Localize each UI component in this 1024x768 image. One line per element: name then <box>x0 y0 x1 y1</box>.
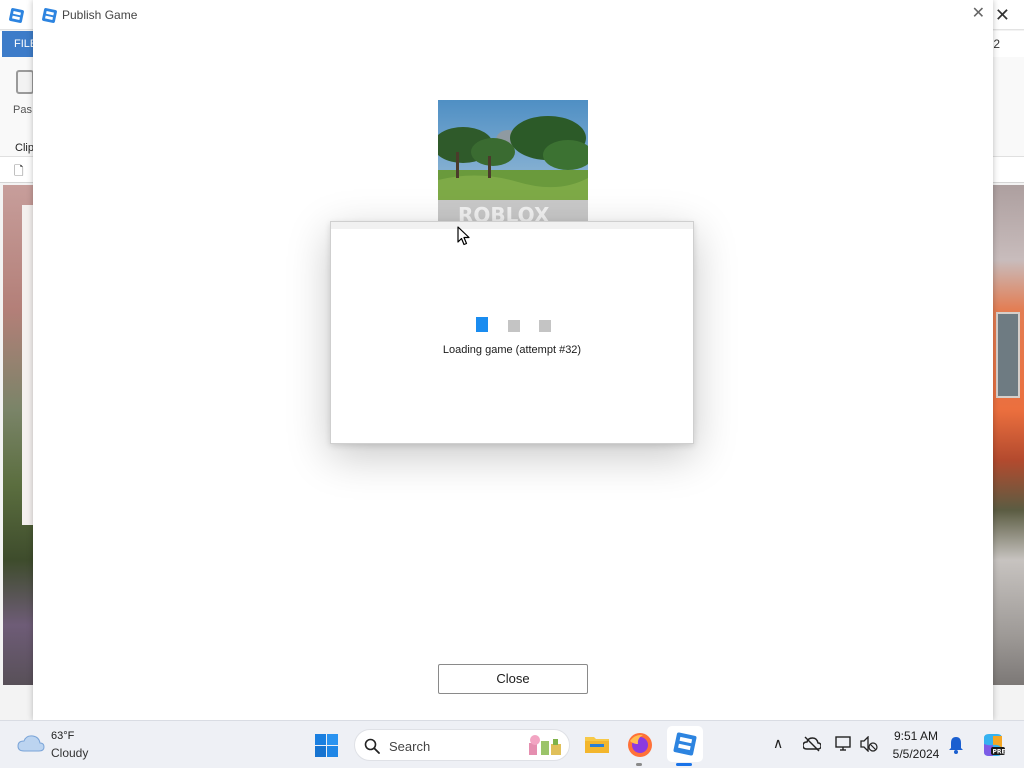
roblox-studio-icon <box>673 732 697 756</box>
roblox-studio-logo-icon <box>42 8 57 23</box>
mouse-cursor-icon <box>457 226 470 246</box>
loading-dot-1 <box>476 317 488 332</box>
clock-time[interactable]: 9:51 AM <box>888 729 944 743</box>
roblox-studio-taskbar-button[interactable] <box>667 726 703 762</box>
chevron-up-icon[interactable]: ∧ <box>773 735 783 752</box>
publish-game-dialog: Publish Game ✕ ROBLOX Loading game (atte… <box>33 0 993 720</box>
studio-close-icon[interactable]: ✕ <box>995 6 1010 24</box>
viewport-panel-strip <box>22 205 33 525</box>
network-icon[interactable] <box>835 736 853 752</box>
search-icon <box>364 738 380 754</box>
windows-start-icon[interactable] <box>314 733 339 758</box>
close-button[interactable]: Close <box>438 664 588 694</box>
svg-text:PRE: PRE <box>993 749 1006 756</box>
cloud-icon[interactable] <box>17 733 45 753</box>
taskbar-search-box[interactable]: Search <box>354 729 570 761</box>
svg-text:ROBLOX: ROBLOX <box>458 203 550 222</box>
ribbon-tab-number[interactable]: 2 <box>993 37 1000 51</box>
loading-dot-3 <box>539 320 551 332</box>
notification-bell-icon[interactable] <box>948 736 964 754</box>
loading-progress-indicator <box>474 317 554 334</box>
file-explorer-icon[interactable] <box>584 733 610 755</box>
weather-temperature[interactable]: 63°F <box>51 730 74 742</box>
roblox-studio-active-indicator <box>676 763 692 766</box>
viewport-building-window <box>996 312 1020 398</box>
volume-muted-icon[interactable] <box>860 736 878 752</box>
loading-panel-topbar <box>331 222 693 229</box>
publish-titlebar <box>33 0 993 30</box>
paste-label: Pas <box>13 104 32 116</box>
weather-description[interactable]: Cloudy <box>51 746 88 760</box>
close-icon[interactable]: ✕ <box>972 6 985 22</box>
publish-dialog-title: Publish Game <box>62 8 138 22</box>
loading-dot-2 <box>508 320 520 332</box>
search-highlight-icon <box>529 735 561 755</box>
document-icon[interactable]: 🗋 <box>14 162 24 183</box>
paste-icon[interactable] <box>16 70 34 94</box>
roblox-studio-logo-icon <box>9 8 24 23</box>
firefox-icon[interactable] <box>627 732 653 758</box>
taskbar: 63°F Cloudy Search ∧ 9:51 AM 5/5/2024 PR… <box>0 720 1024 768</box>
game-thumbnail: ROBLOX <box>438 100 588 222</box>
clock-date[interactable]: 5/5/2024 <box>888 747 944 761</box>
firefox-running-indicator <box>636 763 642 766</box>
copilot-icon[interactable]: PRE <box>980 732 1006 758</box>
clipboard-group-label: Clip <box>15 142 34 154</box>
viewport-right-edge <box>993 185 1024 685</box>
cloud-sync-off-icon[interactable] <box>803 736 821 752</box>
search-label: Search <box>389 739 431 754</box>
loading-status-text: Loading game (attempt #32) <box>442 344 582 356</box>
loading-panel: Loading game (attempt #32) <box>330 221 694 444</box>
